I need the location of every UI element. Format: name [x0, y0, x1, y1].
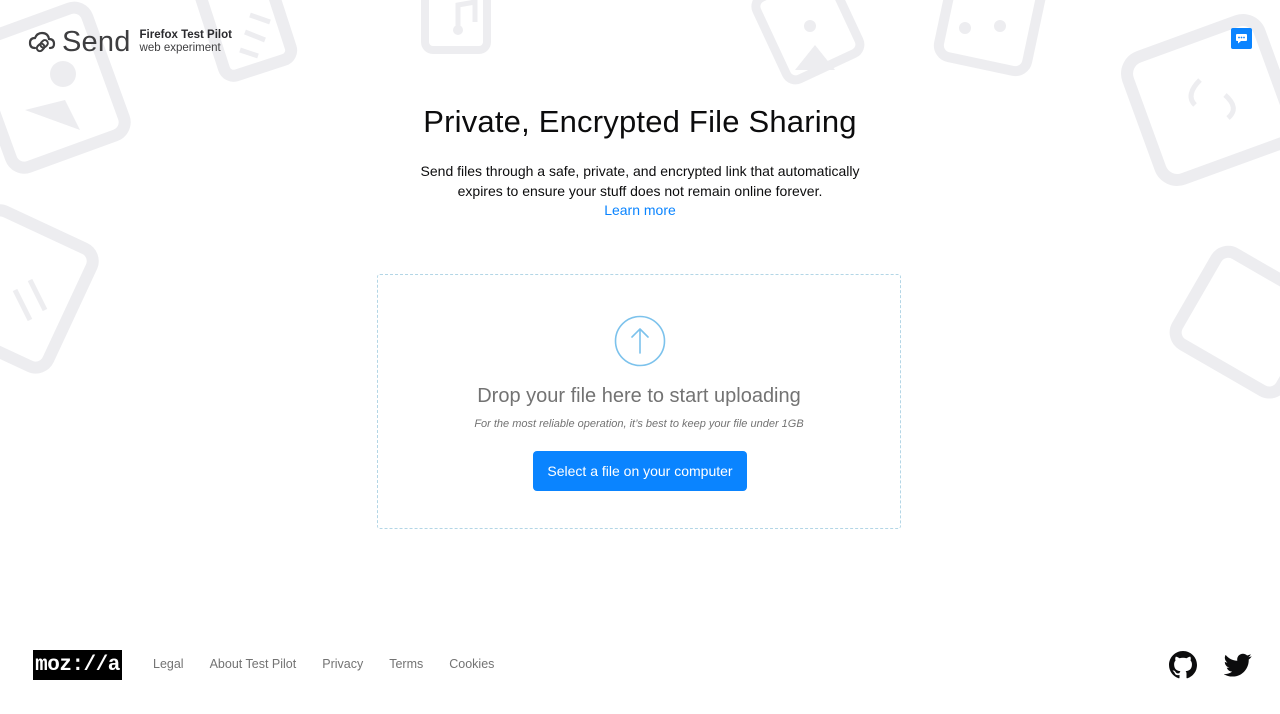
learn-more-link[interactable]: Learn more [604, 202, 676, 218]
page-title: Private, Encrypted File Sharing [423, 104, 857, 139]
twitter-icon[interactable] [1224, 651, 1252, 679]
footer-links: Legal About Test Pilot Privacy Terms Coo… [153, 657, 520, 671]
mozilla-logo[interactable]: moz://a [33, 650, 122, 680]
upload-drop-zone[interactable]: Drop your file here to start uploading F… [377, 274, 901, 529]
feedback-button[interactable] [1231, 28, 1252, 49]
brand[interactable]: Send Firefox Test Pilot web experiment [28, 26, 232, 58]
page-description: Send files through a safe, private, and … [420, 163, 860, 199]
learn-more-container: Learn more [0, 202, 1280, 218]
github-icon[interactable] [1169, 651, 1197, 679]
footer-link-legal[interactable]: Legal [153, 657, 184, 671]
upload-arrow-icon [614, 315, 666, 367]
brand-subtitle: Firefox Test Pilot web experiment [140, 29, 232, 55]
brand-name: Send [62, 26, 131, 58]
footer-link-terms[interactable]: Terms [389, 657, 423, 671]
footer-link-privacy[interactable]: Privacy [322, 657, 363, 671]
drop-hint: For the most reliable operation, it’s be… [474, 418, 804, 430]
footer-link-cookies[interactable]: Cookies [449, 657, 494, 671]
test-pilot-label: Firefox Test Pilot [139, 29, 232, 41]
experiment-label: web experiment [139, 42, 221, 54]
footer-link-about-test-pilot[interactable]: About Test Pilot [210, 657, 297, 671]
select-file-button[interactable]: Select a file on your computer [533, 451, 747, 491]
drop-title: Drop your file here to start uploading [477, 385, 801, 407]
send-cloud-logo-icon [28, 31, 56, 53]
chat-bubble-icon [1236, 34, 1247, 44]
